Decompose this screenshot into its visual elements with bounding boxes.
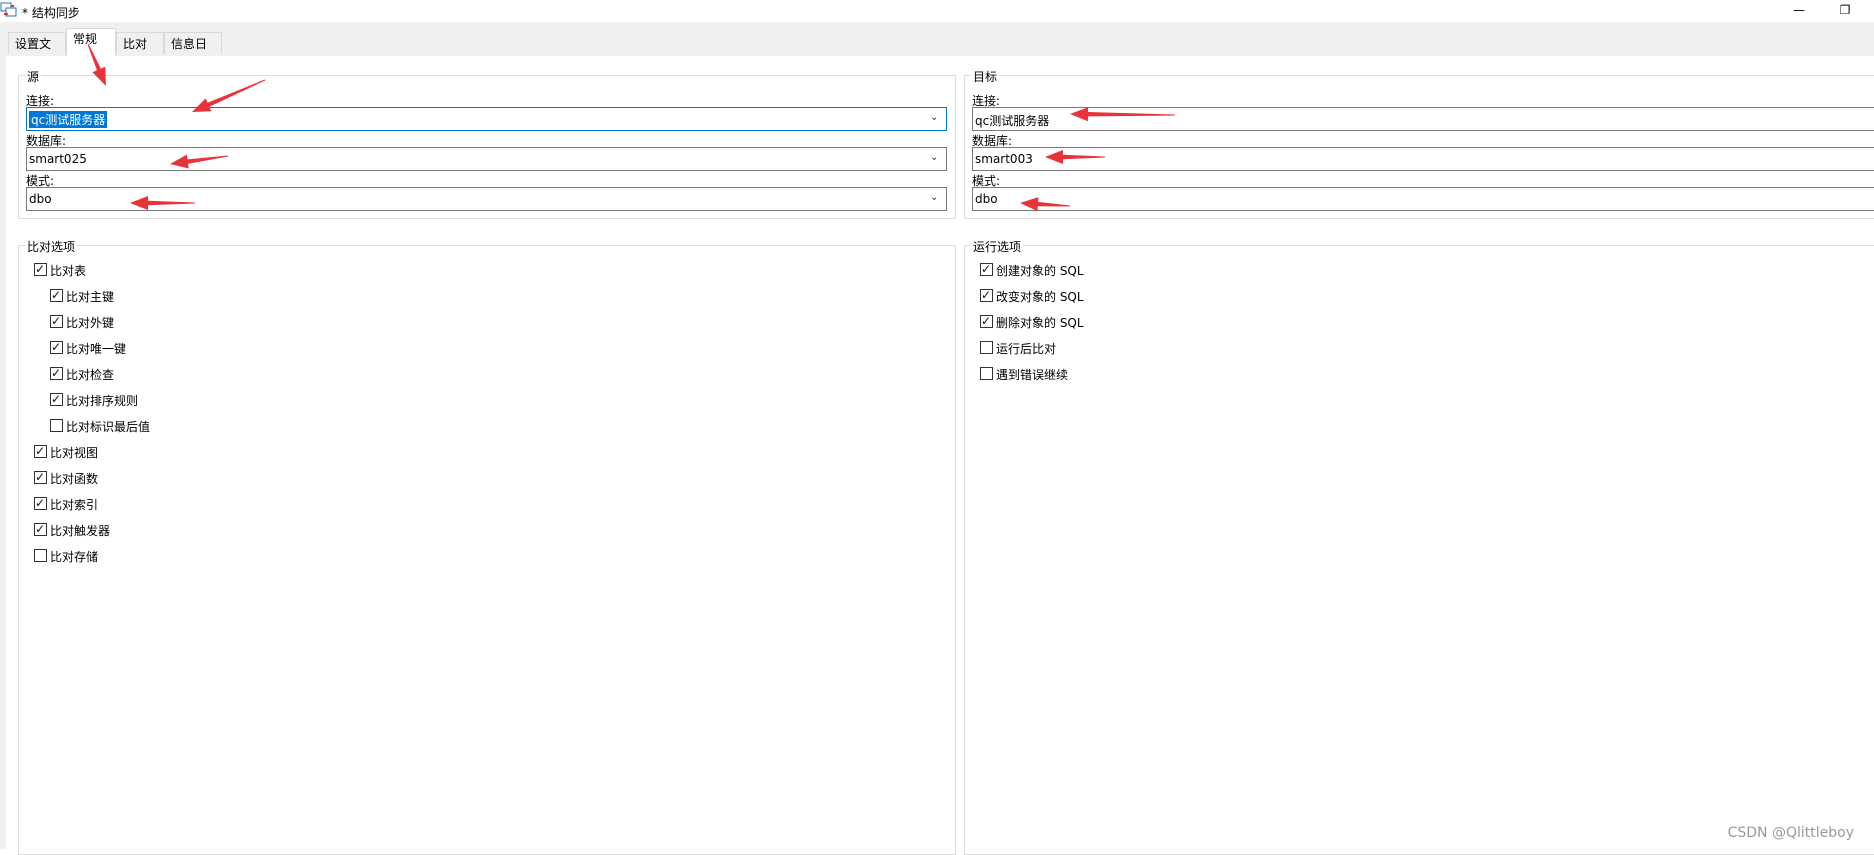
checkbox-label: 比对存储 [50, 550, 99, 564]
target-database-select[interactable]: smart003 [972, 147, 1874, 171]
checkbox[interactable]: ✓ [50, 392, 63, 406]
target-schema-select[interactable]: dbo [972, 187, 1874, 211]
checkbox-label: 改变对象的 SQL [996, 290, 1084, 304]
run-option[interactable]: 遇到错误继续 [980, 365, 1240, 383]
source-schema-select[interactable]: dbo ⌄ [26, 187, 947, 211]
run-option[interactable]: ✓ 删除对象的 SQL [980, 313, 1240, 331]
check-icon: ✓ [51, 392, 62, 406]
checkbox-label: 比对标识最后值 [66, 420, 151, 434]
watermark: CSDN @Qlittleboy [1727, 825, 1854, 841]
compare-option[interactable]: ✓ 比对视图 [34, 443, 294, 461]
checkbox[interactable]: ✓ [980, 314, 993, 328]
check-icon: ✓ [981, 314, 992, 328]
checkbox[interactable]: ✓ [980, 262, 993, 276]
compare-option[interactable]: ✓ 比对排序规则 [50, 391, 310, 409]
source-database-value: smart025 [29, 152, 87, 166]
checkbox-label: 比对触发器 [50, 524, 111, 538]
target-connection-value: qc测试服务器 [975, 114, 1050, 128]
checkbox-label: 创建对象的 SQL [996, 264, 1084, 278]
run-options-group: 运行选项 [964, 238, 1874, 855]
run-option[interactable]: ✓ 改变对象的 SQL [980, 287, 1240, 305]
checkbox[interactable]: ✓ [34, 496, 47, 510]
compare-option[interactable]: ✓ 比对唯一键 [50, 339, 310, 357]
minimize-button[interactable]: — [1776, 0, 1822, 22]
check-icon: ✓ [35, 262, 46, 276]
check-icon: ✓ [981, 288, 992, 302]
checkbox-label: 比对主键 [66, 290, 115, 304]
checkbox[interactable]: ✓ [980, 288, 993, 302]
restore-button[interactable]: ❐ [1822, 0, 1868, 22]
checkbox[interactable]: ✓ [34, 470, 47, 484]
target-group-title: 目标 [971, 68, 1000, 85]
checkbox[interactable] [50, 419, 63, 432]
checkbox-label: 比对表 [50, 264, 87, 278]
checkbox[interactable] [980, 367, 993, 380]
source-database-select[interactable]: smart025 ⌄ [26, 147, 947, 171]
sync-app-icon [0, 2, 17, 17]
checkbox-label: 删除对象的 SQL [996, 316, 1084, 330]
tab-compare[interactable]: 比对 [116, 32, 164, 54]
checkbox-label: 比对视图 [50, 446, 99, 460]
checkbox-label: 比对排序规则 [66, 394, 139, 408]
check-icon: ✓ [51, 366, 62, 380]
target-schema-value: dbo [975, 192, 998, 206]
checkbox[interactable]: ✓ [50, 340, 63, 354]
compare-option[interactable]: ✓ 比对主键 [50, 287, 310, 305]
checkbox[interactable]: ✓ [34, 444, 47, 458]
compare-option[interactable]: ✓ 比对索引 [34, 495, 294, 513]
checkbox[interactable]: ✓ [50, 288, 63, 302]
checkbox[interactable]: ✓ [34, 522, 47, 536]
target-database-value: smart003 [975, 152, 1033, 166]
run-options-title: 运行选项 [971, 238, 1024, 255]
target-connection-select[interactable]: qc测试服务器 [972, 107, 1874, 131]
run-option[interactable]: ✓ 创建对象的 SQL [980, 261, 1240, 279]
tab-general[interactable]: 常规 [66, 28, 116, 56]
compare-option[interactable]: 比对标识最后值 [50, 417, 310, 435]
chevron-down-icon[interactable]: ⌄ [930, 152, 942, 164]
compare-option[interactable]: ✓ 比对外键 [50, 313, 310, 331]
checkbox-label: 比对检查 [66, 368, 115, 382]
check-icon: ✓ [51, 314, 62, 328]
chevron-down-icon[interactable]: ⌄ [930, 112, 942, 124]
checkbox[interactable]: ✓ [50, 314, 63, 328]
compare-option[interactable]: ✓ 比对表 [34, 261, 294, 279]
title-bar: * 结构同步 — ❐ [0, 0, 1874, 22]
checkbox-label: 比对函数 [50, 472, 99, 486]
checkbox-label: 运行后比对 [996, 342, 1057, 356]
tab-info-log[interactable]: 信息日志 [164, 32, 222, 73]
checkbox[interactable]: ✓ [34, 262, 47, 276]
checkbox[interactable] [34, 549, 47, 562]
source-connection-value: qc测试服务器 [29, 111, 108, 128]
compare-options-title: 比对选项 [25, 238, 78, 255]
left-border [0, 56, 6, 849]
check-icon: ✓ [35, 496, 46, 510]
source-schema-value: dbo [29, 192, 52, 206]
compare-option[interactable]: 比对存储 [34, 547, 294, 565]
checkbox-label: 比对索引 [50, 498, 99, 512]
check-icon: ✓ [51, 288, 62, 302]
compare-option[interactable]: ✓ 比对函数 [34, 469, 294, 487]
source-group-title: 源 [25, 68, 42, 85]
check-icon: ✓ [981, 262, 992, 276]
checkbox-label: 遇到错误继续 [996, 368, 1069, 382]
checkbox[interactable] [980, 341, 993, 354]
window-title: * 结构同步 [22, 6, 80, 20]
compare-option[interactable]: ✓ 比对触发器 [34, 521, 294, 539]
check-icon: ✓ [35, 444, 46, 458]
chevron-down-icon[interactable]: ⌄ [930, 192, 942, 204]
checkbox-label: 比对唯一键 [66, 342, 127, 356]
compare-option[interactable]: ✓ 比对检查 [50, 365, 310, 383]
source-connection-select[interactable]: qc测试服务器 ⌄ [26, 107, 947, 131]
tab-strip [0, 22, 1874, 57]
check-icon: ✓ [51, 340, 62, 354]
tab-settings-file[interactable]: 设置文件 [8, 32, 66, 73]
check-icon: ✓ [35, 470, 46, 484]
checkbox[interactable]: ✓ [50, 366, 63, 380]
check-icon: ✓ [35, 522, 46, 536]
checkbox-label: 比对外键 [66, 316, 115, 330]
run-option[interactable]: 运行后比对 [980, 339, 1240, 357]
